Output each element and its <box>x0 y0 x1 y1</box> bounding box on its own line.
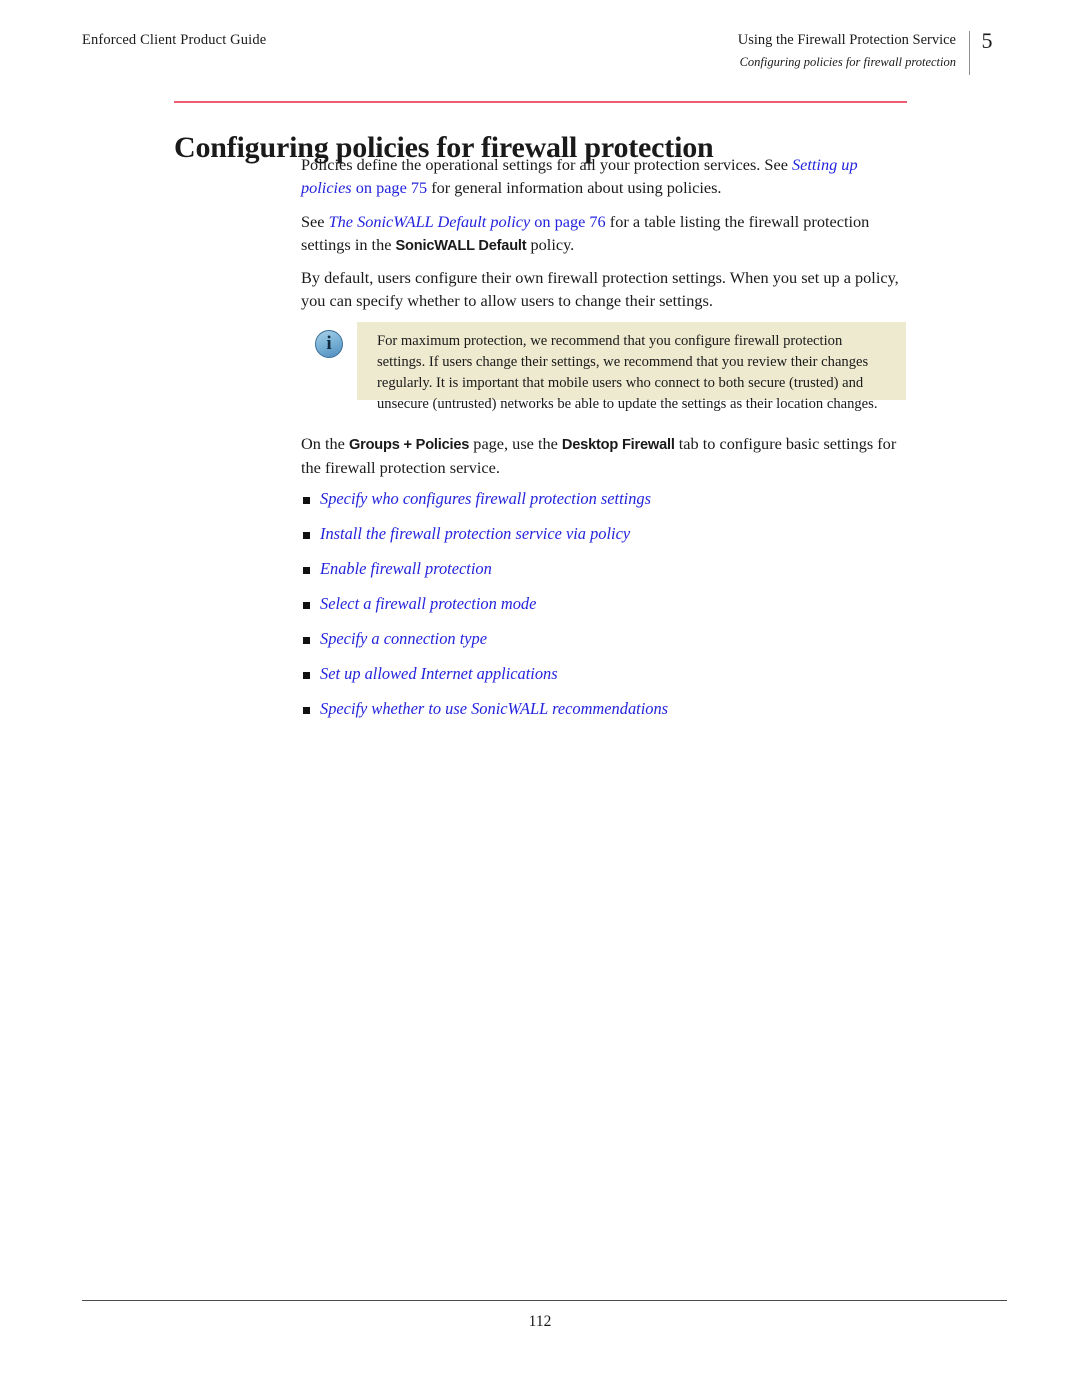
info-icon-glyph: i <box>326 333 332 354</box>
list-item[interactable]: Specify who configures firewall protecti… <box>301 488 907 523</box>
header-product-title: Enforced Client Product Guide <box>82 32 267 48</box>
list-item[interactable]: Enable firewall protection <box>301 558 907 593</box>
list-item[interactable]: Select a firewall protection mode <box>301 593 907 628</box>
header-chapter-title: Using the Firewall Protection Service <box>737 32 956 48</box>
square-bullet-icon <box>303 672 310 679</box>
onthe-text-part1: On the <box>301 434 349 453</box>
square-bullet-icon <box>303 567 310 574</box>
square-bullet-icon <box>303 602 310 609</box>
list-item[interactable]: Install the firewall protection service … <box>301 523 907 558</box>
footer-horizontal-rule <box>82 1300 1007 1301</box>
link-sonicwall-default-policy[interactable]: The SonicWALL Default policy <box>329 212 531 231</box>
note-callout-box: For maximum protection, we recommend tha… <box>357 322 906 412</box>
list-item[interactable]: Specify a connection type <box>301 628 907 663</box>
list-item[interactable]: Specify whether to use SonicWALL recomme… <box>301 698 907 733</box>
ui-label-groups-policies: Groups + Policies <box>348 437 470 453</box>
onthe-text-part2: page, use the <box>469 434 562 453</box>
link-install-firewall-service[interactable]: Install the firewall protection service … <box>320 523 630 545</box>
intro-text-part2: for general information about using poli… <box>427 178 722 198</box>
square-bullet-icon <box>303 707 310 714</box>
link-sonicwall-default-policy-page[interactable]: on page 76 <box>530 212 605 231</box>
link-specify-who-configures[interactable]: Specify who configures firewall protecti… <box>320 488 651 510</box>
link-enable-firewall-protection[interactable]: Enable firewall protection <box>320 558 492 580</box>
header-right-group: Using the Firewall Protection Service Co… <box>738 30 956 71</box>
paragraph-on-the-groups: On the Groups + Policies page, use the D… <box>301 432 907 479</box>
document-page: Enforced Client Product Guide Using the … <box>0 0 1080 1397</box>
list-item[interactable]: Set up allowed Internet applications <box>301 663 907 698</box>
running-header: Enforced Client Product Guide Using the … <box>82 28 998 80</box>
link-select-protection-mode[interactable]: Select a firewall protection mode <box>320 593 536 615</box>
paragraph-default-policy: See The SonicWALL Default policy on page… <box>301 210 907 257</box>
header-chapter-number: 5 <box>981 28 993 53</box>
footer-page-number: 112 <box>528 1313 552 1330</box>
header-section-title: Configuring policies for firewall protec… <box>739 55 956 70</box>
header-vertical-divider <box>969 31 970 75</box>
square-bullet-icon <box>303 532 310 539</box>
link-set-up-allowed-internet-applications[interactable]: Set up allowed Internet applications <box>320 663 558 685</box>
default-text-part1: See <box>301 212 329 231</box>
square-bullet-icon <box>303 497 310 504</box>
link-specify-sonicwall-recommendations[interactable]: Specify whether to use SonicWALL recomme… <box>320 698 668 720</box>
link-setting-up-policies-page[interactable]: on page 75 <box>352 178 427 197</box>
note-callout-text: For maximum protection, we recommend tha… <box>377 333 878 413</box>
paragraph-by-default: By default, users configure their own fi… <box>301 266 907 312</box>
link-specify-connection-type[interactable]: Specify a connection type <box>320 628 487 650</box>
default-text-part3: policy. <box>526 235 575 255</box>
title-horizontal-rule <box>174 101 907 103</box>
info-icon: i <box>315 330 343 358</box>
ui-label-desktop-firewall: Desktop Firewall <box>561 437 675 453</box>
by-default-text: By default, users configure their own fi… <box>301 268 899 311</box>
intro-text-part1: Policies define the operational settings… <box>301 155 793 174</box>
cross-reference-link-list: Specify who configures firewall protecti… <box>301 488 907 733</box>
paragraph-intro: Policies define the operational settings… <box>301 153 907 199</box>
square-bullet-icon <box>303 637 310 644</box>
ui-label-sonicwall-default: SonicWALL Default <box>395 238 527 255</box>
